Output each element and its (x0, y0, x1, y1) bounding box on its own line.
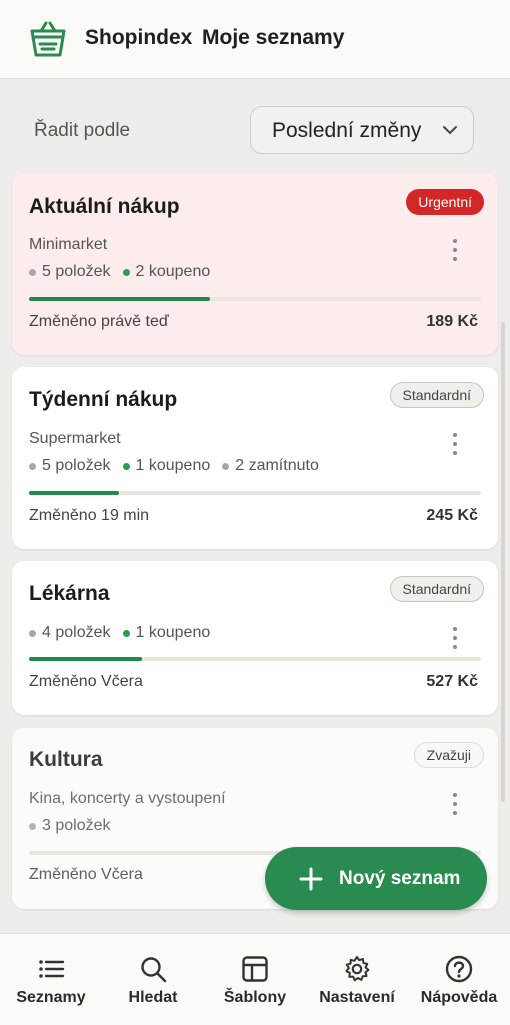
list-stats: 5 položek 2 koupeno (29, 263, 222, 281)
nav-item-templates[interactable]: Šablony (204, 934, 306, 1025)
bought-dot (122, 629, 130, 637)
progress-fill (29, 491, 120, 495)
more-vert-icon[interactable] (452, 627, 458, 653)
status-badge: Standardní (389, 382, 484, 408)
changed-time: Změněno Včera (29, 866, 143, 883)
list-price: 245 Kč (426, 507, 478, 524)
progress-track (29, 297, 481, 301)
bought-dot (122, 462, 130, 470)
nav-item-lists[interactable]: Seznamy (0, 934, 102, 1025)
nav-item-help[interactable]: Nápověda (408, 934, 510, 1025)
help-icon (445, 955, 473, 983)
list-store: Supermarket (29, 430, 121, 447)
progress-track (29, 657, 481, 661)
changed-time: Změněno Včera (29, 673, 143, 690)
bought-count: 2 koupeno (135, 263, 211, 280)
items-count: 3 položek (42, 817, 111, 834)
items-dot (29, 462, 36, 470)
nav-label: Nápověda (420, 989, 498, 1006)
gear-icon (345, 956, 370, 982)
app-header: Shopindex Moje seznamy (0, 0, 510, 79)
bottom-nav: Seznamy Hledat Šablony Nastavení Nápověd… (0, 933, 510, 1025)
rejected-dot (222, 462, 230, 470)
list-price: 189 Kč (426, 313, 478, 330)
items-dot (29, 629, 36, 637)
progress-fill (29, 657, 142, 661)
list-card[interactable]: Lékárna Standardní 4 položek 1 koupeno Z… (12, 561, 498, 715)
page-title: Moje seznamy (202, 26, 345, 49)
items-count: 5 položek (42, 263, 111, 280)
sort-bar: Řadit podle Poslední změny (0, 100, 510, 162)
list-icon (39, 960, 65, 978)
bought-dot (122, 268, 130, 276)
more-vert-icon[interactable] (452, 433, 458, 459)
items-dot (29, 268, 36, 276)
nav-label: Hledat (128, 989, 178, 1006)
sort-select[interactable]: Poslední změny (250, 106, 474, 154)
list-title: Lékárna (29, 582, 110, 605)
nav-label: Šablony (223, 989, 287, 1006)
list-title: Týdenní nákup (29, 388, 178, 411)
nav-label: Seznamy (16, 989, 86, 1006)
more-vert-icon[interactable] (452, 793, 458, 819)
chevron-down-icon (443, 126, 457, 135)
sort-label: Řadit podle (34, 120, 131, 141)
nav-label: Nastavení (319, 989, 395, 1006)
list-title: Kultura (29, 748, 103, 771)
list-title: Aktuální nákup (29, 195, 180, 218)
nav-item-search[interactable]: Hledat (102, 934, 204, 1025)
new-list-label: Nový seznam (339, 868, 461, 889)
list-stats: 5 položek 1 koupeno 2 zamítnuto (29, 457, 331, 475)
status-badge: Standardní (389, 576, 484, 602)
bought-count: 1 koupeno (135, 457, 211, 474)
bought-count: 1 koupeno (135, 624, 211, 641)
list-store: Kina, koncerty a vystoupení (29, 790, 226, 807)
new-list-button[interactable]: Nový seznam (265, 847, 487, 910)
nav-item-settings[interactable]: Nastavení (306, 934, 408, 1025)
list-store: Minimarket (29, 236, 108, 253)
list-card[interactable]: Týdenní nákup Standardní Supermarket 5 p… (12, 367, 498, 549)
status-badge: Urgentní (406, 189, 484, 215)
changed-time: Změněno právě teď (29, 313, 169, 330)
list-stats: 3 položek (29, 817, 123, 835)
plus-icon (299, 867, 323, 891)
shopping-bag-logo-icon (30, 21, 66, 57)
search-icon (141, 957, 167, 983)
items-dot (29, 822, 36, 830)
scrollbar[interactable] (501, 322, 505, 802)
progress-track (29, 491, 481, 495)
more-vert-icon[interactable] (452, 239, 458, 265)
list-price: 527 Kč (426, 673, 478, 690)
list-card[interactable]: Aktuální nákup Urgentní Minimarket 5 pol… (12, 173, 498, 355)
sort-select-value: Poslední změny (272, 119, 422, 142)
list-stats: 4 položek 1 koupeno (29, 624, 222, 642)
template-icon (242, 956, 268, 982)
items-count: 5 položek (42, 457, 111, 474)
changed-time: Změněno 19 min (29, 507, 150, 524)
rejected-count: 2 zamítnuto (235, 457, 319, 474)
app-name: Shopindex (85, 26, 193, 49)
items-count: 4 položek (42, 624, 111, 641)
progress-fill (29, 297, 210, 301)
status-badge: Zvažuji (413, 742, 484, 768)
